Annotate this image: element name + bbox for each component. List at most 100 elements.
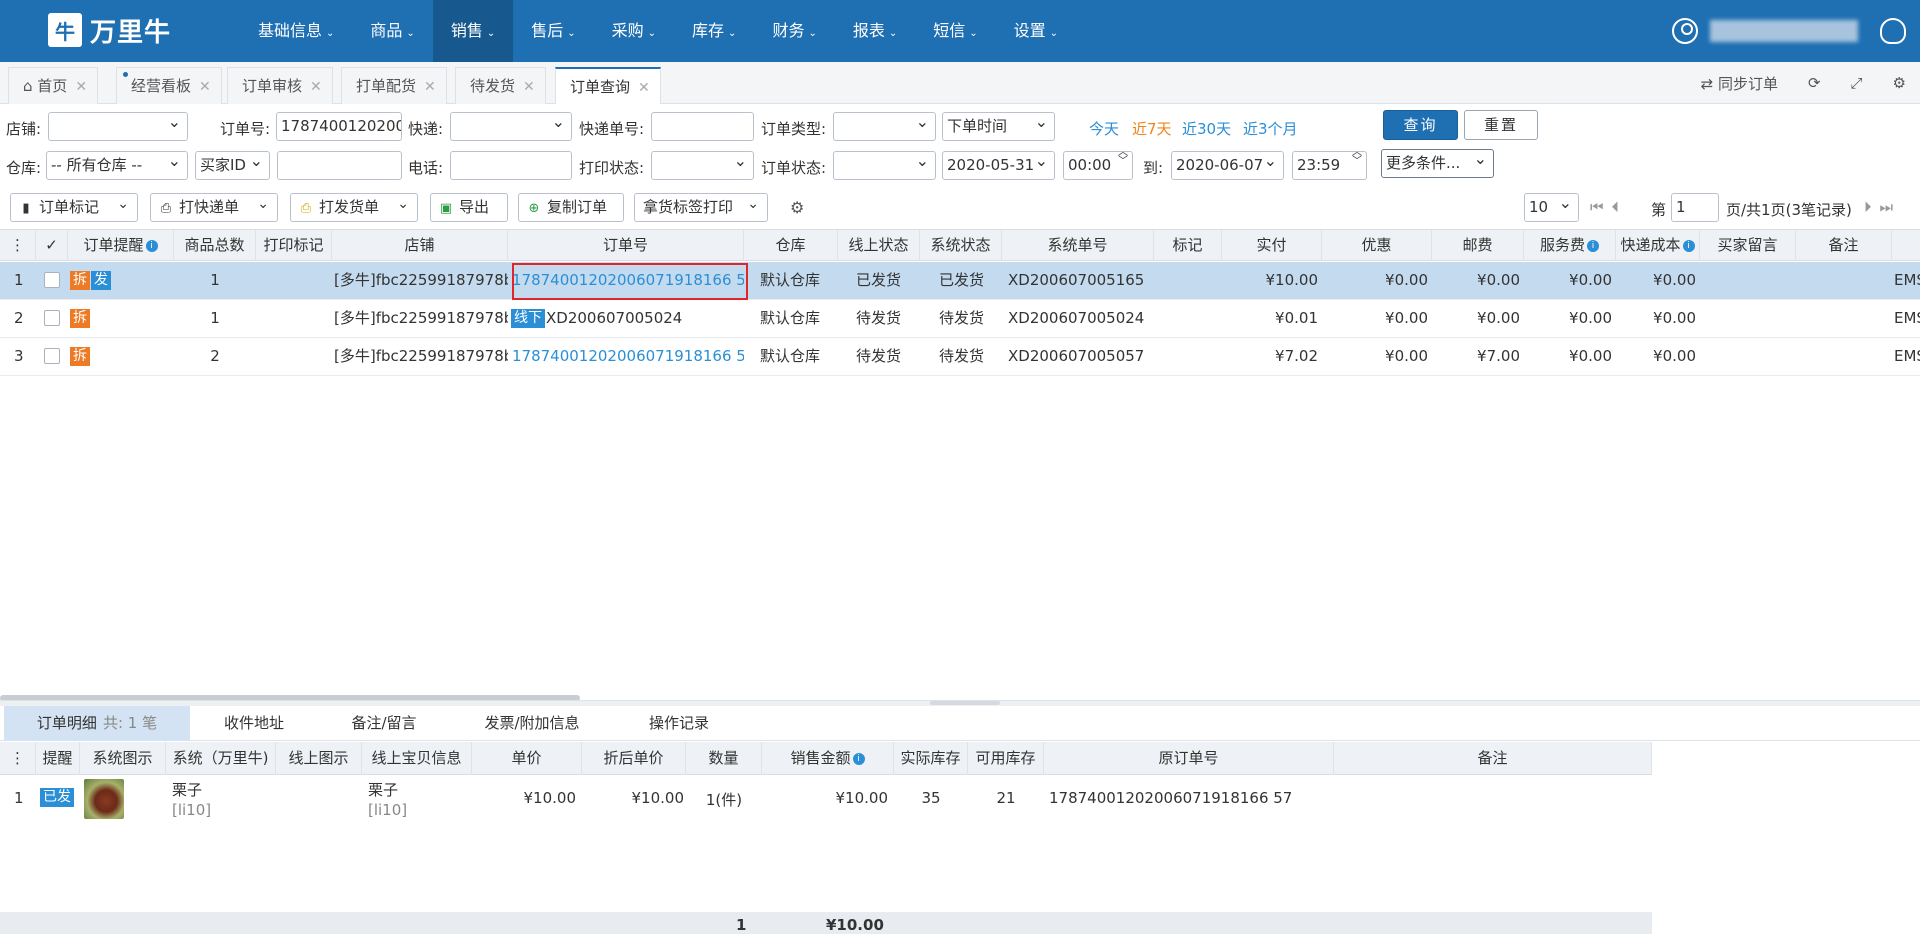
order-no-input[interactable]: 17874001202006 (276, 112, 402, 141)
quick-3months-link[interactable]: 近3个月 (1243, 118, 1298, 139)
pager-next-icons[interactable]: ⏵⏭ (1864, 198, 1901, 227)
col-mark[interactable]: 标记 (1154, 230, 1222, 261)
time-field-select[interactable]: 下单时间 (942, 112, 1055, 141)
time-to-input[interactable]: 23:59 ︿ ﹀ (1292, 151, 1367, 180)
col-express-cost[interactable]: 快递成本 i (1616, 230, 1700, 261)
close-icon[interactable]: ✕ (75, 79, 87, 95)
quick-today-link[interactable]: 今天 (1089, 118, 1119, 139)
dcol-avail[interactable]: 可用库存 (968, 742, 1044, 775)
tab-home[interactable]: ⌂ 首页 ✕ (8, 67, 99, 104)
print-pick-button[interactable]: ⎙ 打发货单 ⌄ (290, 193, 418, 222)
select-all-checkbox[interactable]: ✓ (36, 230, 68, 261)
table-row[interactable]: 1 拆发 1 [多牛]fbc22599187978b: 178740012020… (0, 262, 1920, 300)
print-express-button[interactable]: ⎙ 打快递单 ⌄ (150, 193, 278, 222)
dcol-online-image[interactable]: 线上图示 (276, 742, 362, 775)
app-logo[interactable]: 牛 万里牛 (48, 12, 171, 48)
col-reminder[interactable]: 订单提醒 i (68, 230, 174, 261)
express-select[interactable] (450, 112, 572, 141)
tab-dashboard[interactable]: 经营看板 ✕ (116, 67, 222, 104)
product-thumbnail[interactable] (84, 779, 124, 819)
buyer-input[interactable] (277, 151, 402, 180)
warehouse-select[interactable]: -- 所有仓库 -- (46, 151, 188, 180)
tab-order-detail[interactable]: 订单明细 共: 1 笔 (4, 706, 190, 741)
copy-order-button[interactable]: ⊕ 复制订单 (518, 193, 624, 222)
menu-sales[interactable]: 销售 ⌄ (432, 0, 514, 62)
menu-sms[interactable]: 短信 ⌄ (915, 0, 995, 62)
order-status-select[interactable] (833, 151, 936, 180)
export-button[interactable]: ▣ 导出 (430, 193, 508, 222)
col-system-status[interactable]: 系统状态 (920, 230, 1002, 261)
row-checkbox[interactable] (44, 272, 60, 288)
tab-invoice[interactable]: 发票/附加信息 (450, 706, 614, 741)
close-icon[interactable]: ✕ (199, 79, 211, 95)
spinner-icon[interactable]: ︿ ﹀ (1118, 152, 1128, 167)
tab-address[interactable]: 收件地址 (190, 706, 318, 741)
reset-button[interactable]: 重置 (1464, 110, 1538, 140)
order-type-select[interactable] (833, 112, 936, 141)
print-status-select[interactable] (651, 151, 754, 180)
close-icon[interactable]: ✕ (523, 79, 535, 95)
tab-pending-ship[interactable]: 待发货 ✕ (455, 67, 546, 104)
close-icon[interactable]: ✕ (424, 79, 436, 95)
col-print-mark[interactable]: 打印标记 (256, 230, 332, 261)
tag-print-button[interactable]: 拿货标签打印 ⌄ (634, 193, 768, 222)
dcol-disc-price[interactable]: 折后单价 (582, 742, 686, 775)
user-avatar-icon[interactable] (1672, 18, 1698, 44)
menu-settings[interactable]: 设置 ⌄ (996, 0, 1076, 62)
col-discount[interactable]: 优惠 (1322, 230, 1432, 261)
dcol-sys-goods[interactable]: 系统（万里牛) (166, 742, 276, 775)
table-row[interactable]: 3 拆 2 [多牛]fbc22599187978b: 1787400120200… (0, 338, 1920, 376)
phone-input[interactable] (450, 151, 572, 180)
date-to-input[interactable]: 2020-06-07 (1171, 151, 1284, 180)
query-button[interactable]: 查询 (1383, 110, 1458, 140)
row-checkbox[interactable] (44, 348, 60, 364)
settings-gear-icon[interactable]: ⚙ (1893, 74, 1906, 92)
online-goods-link[interactable]: 栗子 (368, 779, 398, 800)
quick-7days-link[interactable]: 近7天 (1132, 118, 1172, 139)
tab-order-query[interactable]: 订单查询 ✕ (555, 67, 661, 104)
dcol-online-goods[interactable]: 线上宝贝信息 (362, 742, 472, 775)
col-paid[interactable]: 实付 (1222, 230, 1322, 261)
menu-after-sales[interactable]: 售后 ⌄ (513, 0, 593, 62)
dcol-remark[interactable]: 备注 (1334, 742, 1652, 775)
table-row[interactable]: 2 拆 1 [多牛]fbc22599187978b: 线下 XD200607005… (0, 300, 1920, 338)
col-shop[interactable]: 店铺 (332, 230, 508, 261)
more-conditions-select[interactable]: 更多条件... (1381, 149, 1494, 178)
col-buyer-msg[interactable]: 买家留言 (1700, 230, 1796, 261)
menu-inventory[interactable]: 库存 ⌄ (674, 0, 754, 62)
dcol-sys-image[interactable]: 系统图示 (80, 742, 166, 775)
fullscreen-icon[interactable]: ⤢ (1851, 74, 1863, 92)
tab-print-pick[interactable]: 打单配货 ✕ (341, 67, 447, 104)
spinner-icon[interactable]: ︿ ﹀ (1352, 152, 1362, 167)
quick-30days-link[interactable]: 近30天 (1182, 118, 1231, 139)
order-mark-button[interactable]: ▮ 订单标记 ⌄ (10, 193, 138, 222)
col-warehouse[interactable]: 仓库 (744, 230, 838, 261)
order-no-link[interactable]: 17874001202006071918166 57 (512, 338, 744, 375)
splitter-handle[interactable] (930, 701, 1000, 705)
gear-icon[interactable]: ⚙ (790, 198, 804, 217)
date-from-input[interactable]: 2020-05-31 (942, 151, 1055, 180)
col-postage[interactable]: 邮费 (1432, 230, 1524, 261)
dcol-orig-no[interactable]: 原订单号 (1044, 742, 1334, 775)
tab-order-review[interactable]: 订单审核 ✕ (227, 67, 333, 104)
dcol-stock[interactable]: 实际库存 (894, 742, 968, 775)
col-order-no[interactable]: 订单号 (508, 230, 744, 261)
refresh-icon[interactable]: ⟳ (1808, 74, 1821, 92)
buyer-field-select[interactable]: 买家ID (195, 151, 270, 180)
row-checkbox[interactable] (44, 310, 60, 326)
menu-reports[interactable]: 报表 ⌄ (835, 0, 915, 62)
tracking-input[interactable] (651, 112, 754, 141)
page-number-input[interactable]: 1 (1671, 193, 1719, 222)
dcol-reminder[interactable]: 提醒 (36, 742, 80, 775)
dcol-price[interactable]: 单价 (472, 742, 582, 775)
menu-finance[interactable]: 财务 ⌄ (754, 0, 834, 62)
headset-icon[interactable] (1880, 18, 1906, 44)
close-icon[interactable]: ✕ (310, 79, 322, 95)
column-menu-icon[interactable]: ⋮ (0, 230, 36, 261)
col-system-no[interactable]: 系统单号 (1002, 230, 1154, 261)
menu-basic-info[interactable]: 基础信息 ⌄ (240, 0, 352, 62)
dcol-amount[interactable]: 销售金额 i (762, 742, 894, 775)
time-from-input[interactable]: 00:00 ︿ ﹀ (1063, 151, 1133, 180)
col-online-status[interactable]: 线上状态 (838, 230, 920, 261)
col-service-fee[interactable]: 服务费 i (1524, 230, 1616, 261)
